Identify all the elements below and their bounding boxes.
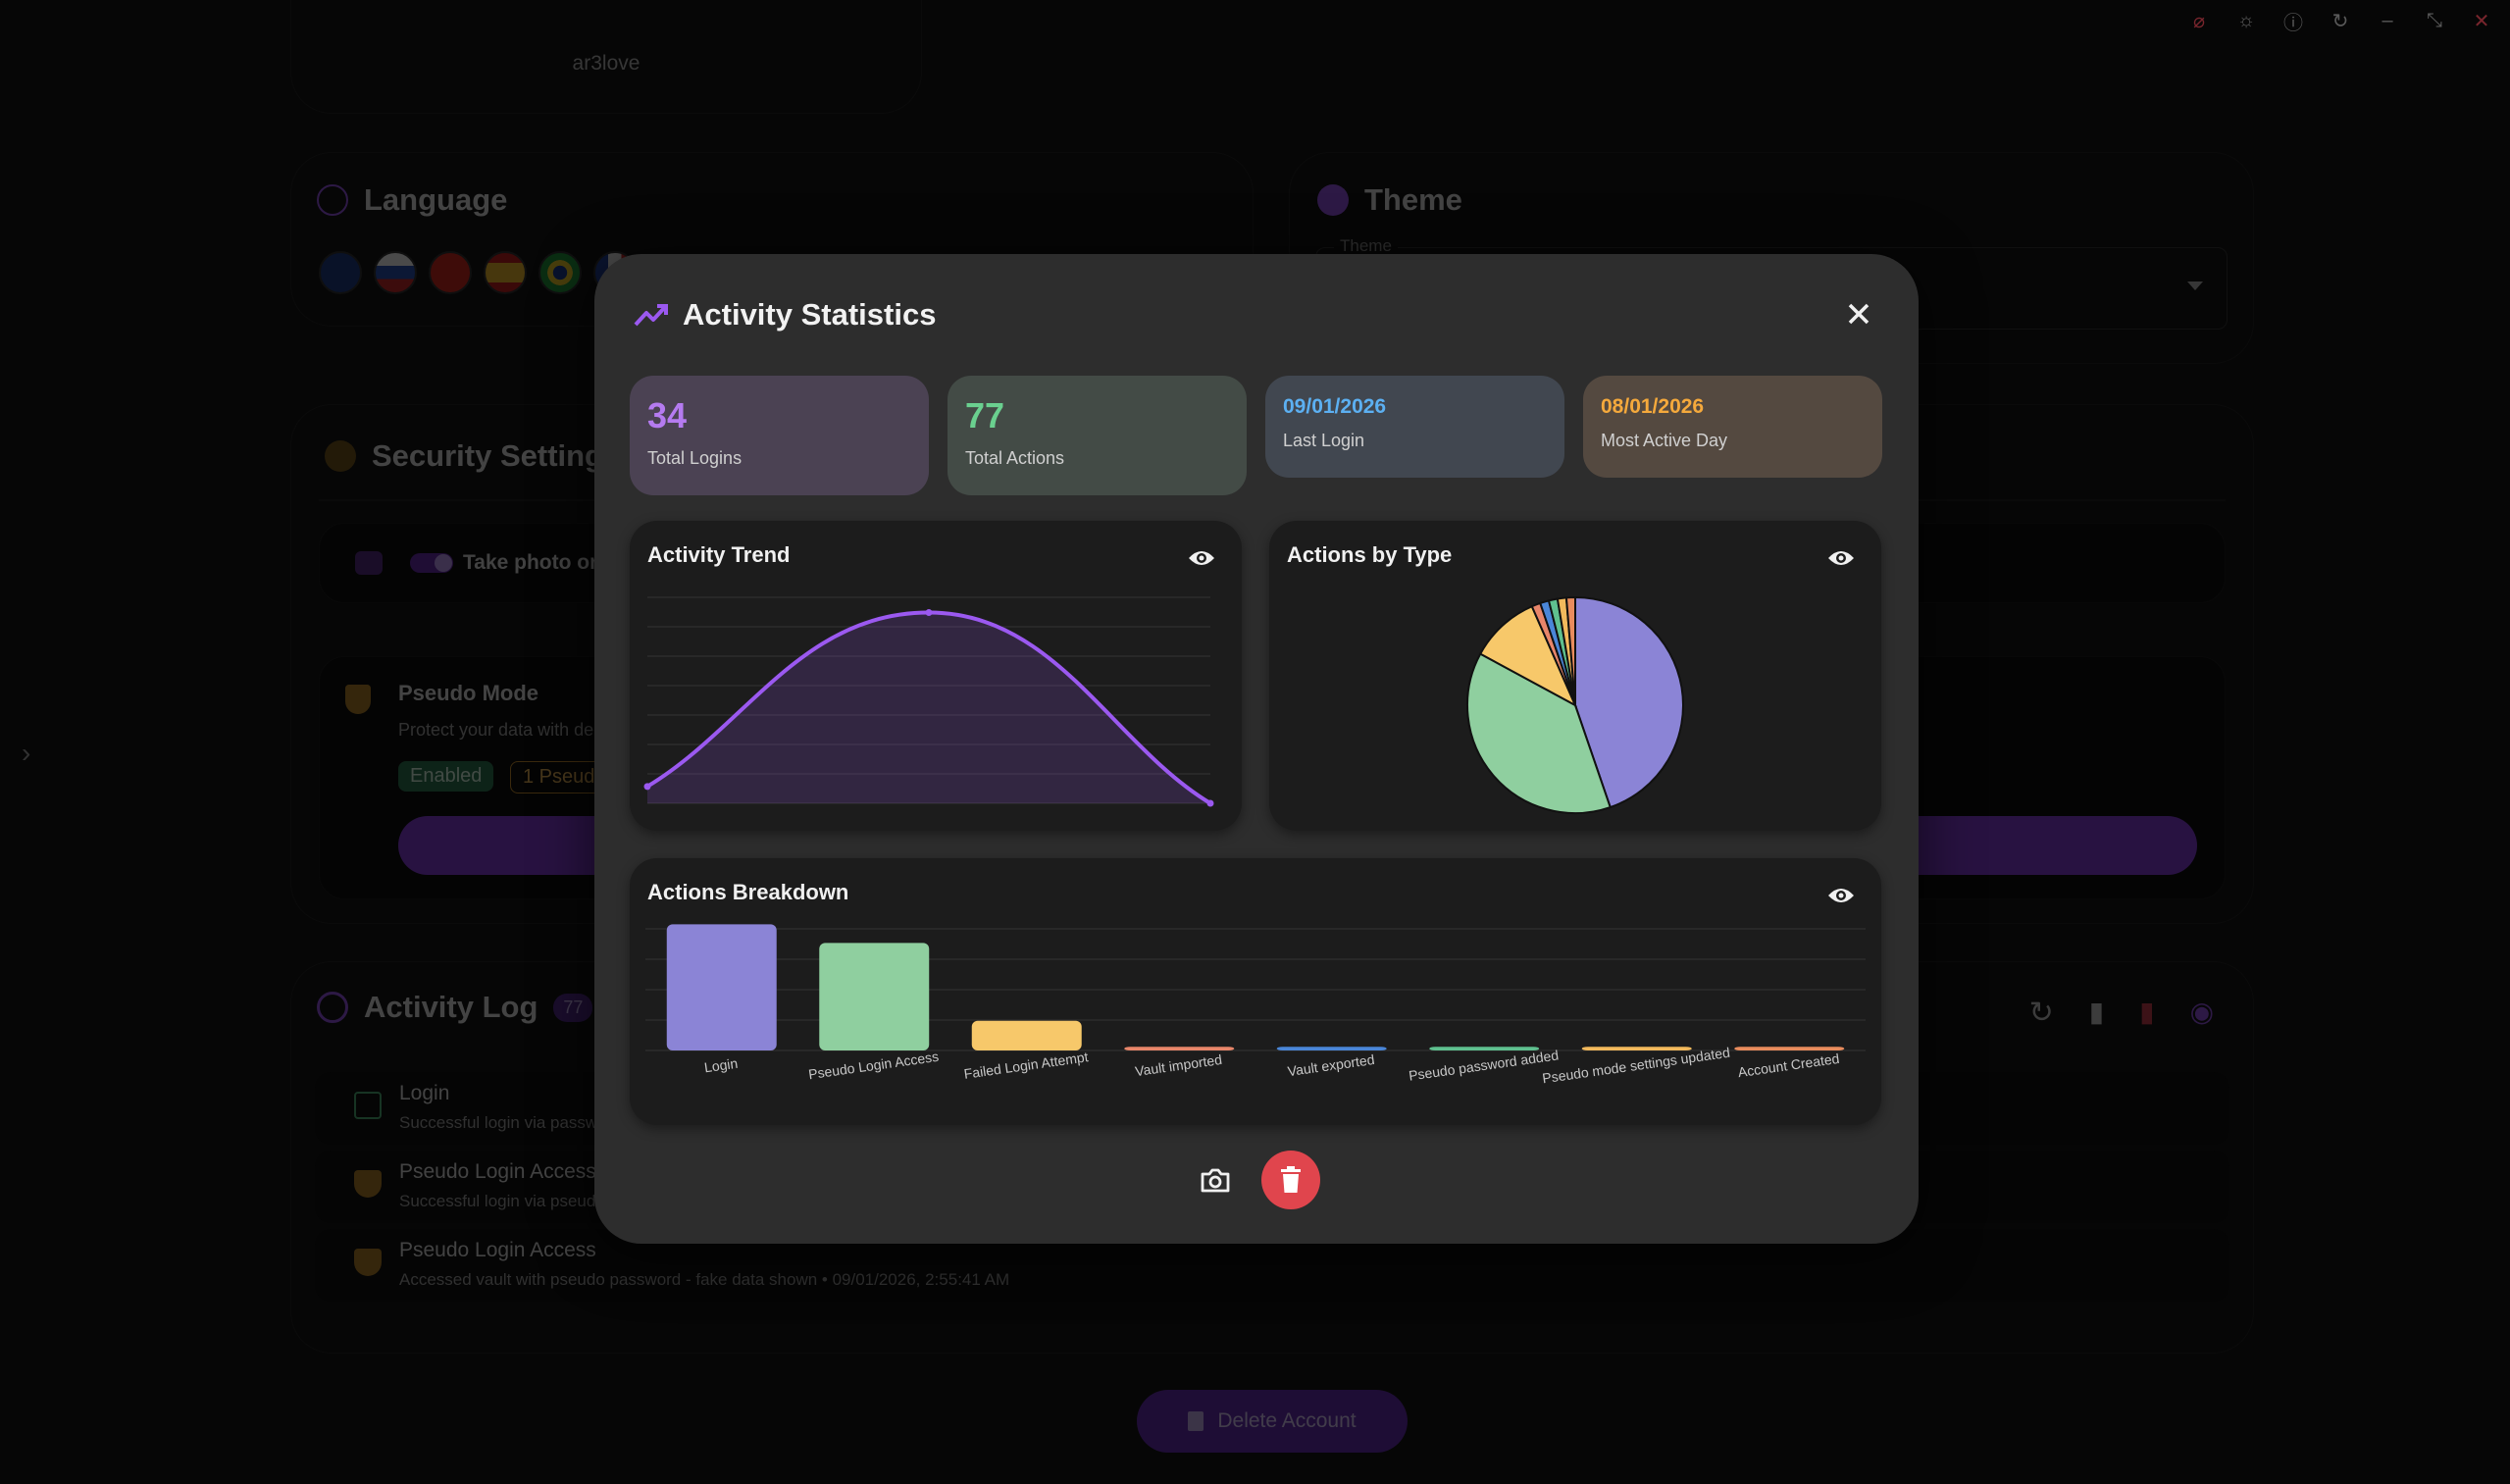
activity-trend-panel: Activity Trend bbox=[630, 521, 1242, 831]
eye-icon[interactable] bbox=[1826, 546, 1856, 570]
dialog-actions bbox=[594, 1151, 1919, 1209]
activity-trend-chart bbox=[643, 596, 1214, 807]
trend-point bbox=[1206, 799, 1214, 807]
actions-by-type-panel: Actions by Type bbox=[1269, 521, 1881, 831]
clear-stats-button[interactable] bbox=[1261, 1151, 1320, 1209]
stat-value: 77 bbox=[965, 395, 1005, 435]
stat-value: 09/01/2026 bbox=[1283, 395, 1387, 418]
trend-point bbox=[643, 783, 651, 791]
bar bbox=[1734, 1047, 1845, 1050]
stat-card-total-actions: 77 Total Actions bbox=[948, 376, 1247, 495]
bar-category-label: Pseudo password added bbox=[1408, 1047, 1560, 1083]
export-image-button[interactable] bbox=[1193, 1157, 1238, 1203]
bar bbox=[1124, 1047, 1235, 1050]
stat-card-total-logins: 34 Total Logins bbox=[630, 376, 929, 495]
actions-breakdown-chart: Login Pseudo Login Access Failed Login Att… bbox=[645, 924, 1866, 1086]
trend-area bbox=[647, 612, 1210, 803]
stat-card-most-active-day: 08/01/2026 Most Active Day bbox=[1583, 376, 1882, 478]
eye-icon[interactable] bbox=[1826, 884, 1856, 907]
bar-category-label: Failed Login Attempt bbox=[963, 1049, 1090, 1082]
actions-by-type-chart bbox=[1466, 595, 1684, 814]
stat-label: Last Login bbox=[1283, 431, 1365, 450]
bar-category-label: Vault exported bbox=[1287, 1051, 1376, 1079]
bar bbox=[666, 924, 777, 1050]
activity-statistics-dialog: Activity Statistics 34 Total Logins 77 T… bbox=[594, 254, 1919, 1244]
bar bbox=[971, 1020, 1082, 1050]
stat-label: Total Logins bbox=[647, 448, 743, 468]
close-icon[interactable] bbox=[1842, 297, 1875, 331]
panel-title: Activity Trend bbox=[647, 542, 791, 567]
trash-icon bbox=[1281, 1166, 1301, 1193]
bar bbox=[1276, 1047, 1387, 1050]
panel-title: Actions by Type bbox=[1287, 542, 1453, 567]
actions-breakdown-panel: Actions Breakdown Login Pseudo Login Acce… bbox=[630, 858, 1881, 1125]
bar bbox=[819, 943, 930, 1050]
stat-label: Total Actions bbox=[965, 448, 1065, 468]
dialog-header: Activity Statistics bbox=[634, 297, 936, 333]
bar-category-label: Login bbox=[703, 1055, 739, 1076]
bar bbox=[1581, 1047, 1692, 1050]
stat-label: Most Active Day bbox=[1601, 431, 1728, 450]
eye-icon[interactable] bbox=[1187, 546, 1216, 570]
bar-category-label: Pseudo Login Access bbox=[807, 1049, 940, 1082]
panel-title: Actions Breakdown bbox=[647, 880, 849, 904]
trend-point bbox=[925, 609, 933, 617]
stat-value: 34 bbox=[647, 395, 688, 435]
stat-card-last-login: 09/01/2026 Last Login bbox=[1265, 376, 1564, 478]
bar bbox=[1429, 1047, 1540, 1050]
trending-up-icon bbox=[634, 304, 668, 327]
dialog-title: Activity Statistics bbox=[683, 297, 937, 332]
bar-category-label: Account Created bbox=[1737, 1050, 1841, 1080]
stat-value: 08/01/2026 bbox=[1601, 395, 1705, 418]
bar-category-label: Vault imported bbox=[1134, 1051, 1223, 1079]
camera-icon bbox=[1201, 1168, 1230, 1193]
